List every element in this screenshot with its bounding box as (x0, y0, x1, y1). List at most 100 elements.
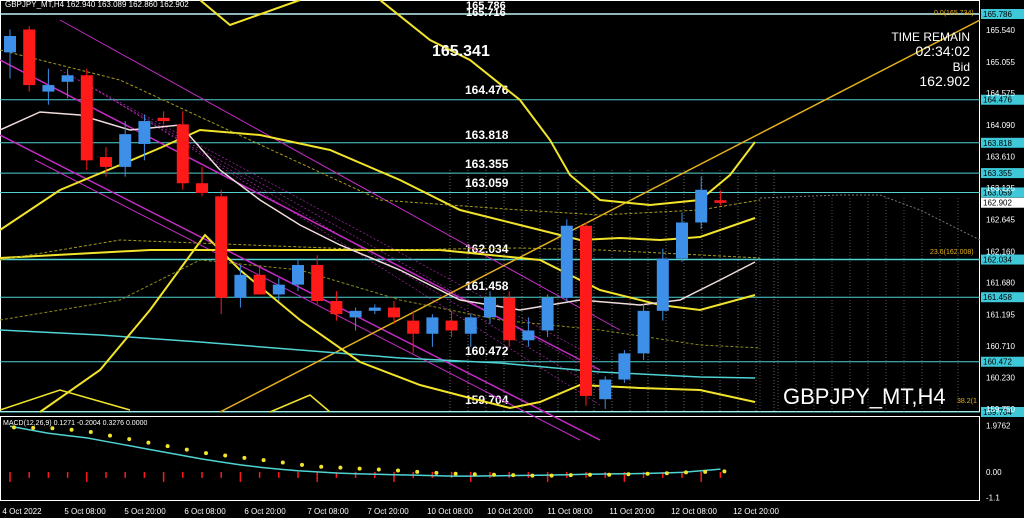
candle-bear (215, 196, 228, 298)
price-tick: 162.645 (986, 216, 1015, 225)
candle-bull (676, 222, 688, 259)
macd-signal-dot (703, 469, 708, 474)
level-text: 163.059 (465, 176, 509, 190)
macd-signal-dot (223, 453, 228, 458)
x-axis-label: 11 Oct 08:00 (547, 507, 593, 516)
candle-bull (368, 307, 381, 311)
x-axis-label: 5 Oct 20:00 (124, 507, 166, 516)
candle-bull (464, 317, 477, 334)
macd-signal-dot (511, 473, 516, 478)
price-badge-text: 163.355 (983, 169, 1012, 178)
macd-signal-dot (319, 464, 324, 469)
price-badge-text: 165.786 (983, 10, 1012, 19)
candle-bull (695, 189, 708, 223)
pink-ma (0, 111, 756, 311)
x-axis-label: 7 Oct 20:00 (367, 507, 409, 516)
candle-bull (541, 297, 554, 331)
yellow-band-mid1 (0, 128, 756, 242)
ma-dashed-1 (0, 49, 761, 216)
yellow-band-lower-left (0, 389, 131, 411)
chart-window[interactable]: 164.476 163.818 163.355 163.059 162.034 161.4… (0, 0, 1024, 518)
ohlc-values: 162.940 163.089 162.860 162.902 (66, 0, 189, 9)
macd-signal-dot (184, 447, 189, 452)
candle-bull (4, 35, 16, 53)
price-chart[interactable]: 164.476163.818163.355163.059162.034161.4… (0, 0, 1024, 518)
candle-bear (714, 200, 727, 203)
macd-signal-dot (69, 427, 74, 432)
macd-signal-dot (415, 469, 420, 474)
x-axis-label: 10 Oct 08:00 (427, 507, 473, 516)
chart-header: GBPJPY_MT,H4 162.940 163.089 162.860 162… (5, 0, 189, 9)
x-axis-label: 12 Oct 20:00 (733, 507, 779, 516)
candle-bear (196, 183, 208, 194)
candle-bull (560, 225, 573, 298)
candle-bull (138, 121, 151, 144)
candle-bear (580, 225, 592, 396)
x-axis-label: 12 Oct 08:00 (671, 507, 717, 516)
fib-label-top: 0.0(165.734) (934, 10, 974, 17)
candle-bull (426, 317, 439, 334)
macd-signal-dot (472, 472, 477, 477)
candle-bear (80, 75, 93, 161)
bid-label: Bid (952, 60, 970, 74)
price-tick: 165.055 (986, 58, 1015, 67)
candle-bear (407, 320, 420, 334)
macd-signal-dot (300, 462, 304, 467)
macd-tick: 0.00 (986, 468, 1002, 477)
bid-value: 162.902 (919, 73, 970, 89)
macd-signal-dot (396, 468, 400, 473)
fib-label-mid: 23.6(162.008) (930, 249, 974, 256)
yellow-band-top-left (199, 0, 301, 27)
price-badge-text: 163.818 (983, 139, 1012, 148)
info-panel: TIME REMAIN 02:34:02 Bid 162.902 (878, 30, 970, 88)
x-axis-label: 5 Oct 08:00 (64, 507, 106, 516)
top-level-label-overlap: 165.716 (466, 7, 506, 19)
price-tick: 159.750 (986, 405, 1015, 414)
macd-main-line (9, 425, 721, 477)
candle-bull (637, 310, 650, 354)
symbol-watermark: GBPJPY_MT,H4 (783, 384, 946, 409)
big-level-label: 165.341 (432, 43, 490, 60)
macd-signal-dot (453, 471, 458, 476)
macd-signal-dot (434, 470, 439, 475)
price-badge-text: 160.472 (983, 358, 1012, 367)
macd-signal-dot (530, 473, 535, 478)
price-badge-text: 161.458 (983, 293, 1012, 302)
symbol-timeframe: GBPJPY_MT,H4 (5, 0, 65, 9)
price-tick: 161.680 (986, 279, 1015, 288)
candle-bull (42, 85, 55, 92)
macd-pane-frame (0, 416, 980, 501)
fib-label-bot: 38.2(1 (957, 398, 977, 405)
channel-line-minor (95, 89, 601, 391)
level-text: 163.818 (465, 128, 509, 142)
macd-signal-dot (568, 473, 573, 478)
level-text: 163.355 (465, 157, 509, 171)
price-tick: 161.195 (986, 310, 1015, 319)
macd-signal-dot (261, 458, 266, 463)
macd-signal-dot (127, 437, 132, 442)
macd-signal-dot (588, 472, 592, 477)
candle-bear (253, 274, 266, 295)
price-tick: 163.610 (986, 152, 1015, 161)
macd-signal-dot (376, 467, 381, 472)
candle-bull (349, 310, 362, 318)
macd-signal-dot (357, 466, 362, 471)
x-axis-label: 6 Oct 08:00 (184, 507, 226, 516)
time-remain-label: TIME REMAIN (891, 30, 970, 44)
x-axis-label: 11 Oct 20:00 (609, 507, 655, 516)
candle-bear (100, 157, 112, 167)
channel-line (34, 159, 581, 441)
candle-bear (176, 124, 189, 184)
macd-tick: 1.9762 (986, 422, 1011, 431)
candle-bull (522, 330, 535, 341)
level-text: 161.458 (465, 279, 509, 293)
candle-bear (503, 297, 516, 341)
price-tick: 160.230 (986, 374, 1015, 383)
price-tick: 164.090 (986, 121, 1015, 130)
price-tick: 164.575 (986, 89, 1015, 98)
candle-bear (311, 265, 324, 302)
yellow-band-upper (379, 0, 756, 207)
x-axis-label: 6 Oct 20:00 (244, 507, 286, 516)
price-tick: 162.160 (986, 247, 1015, 256)
macd-signal-dot (645, 471, 650, 476)
